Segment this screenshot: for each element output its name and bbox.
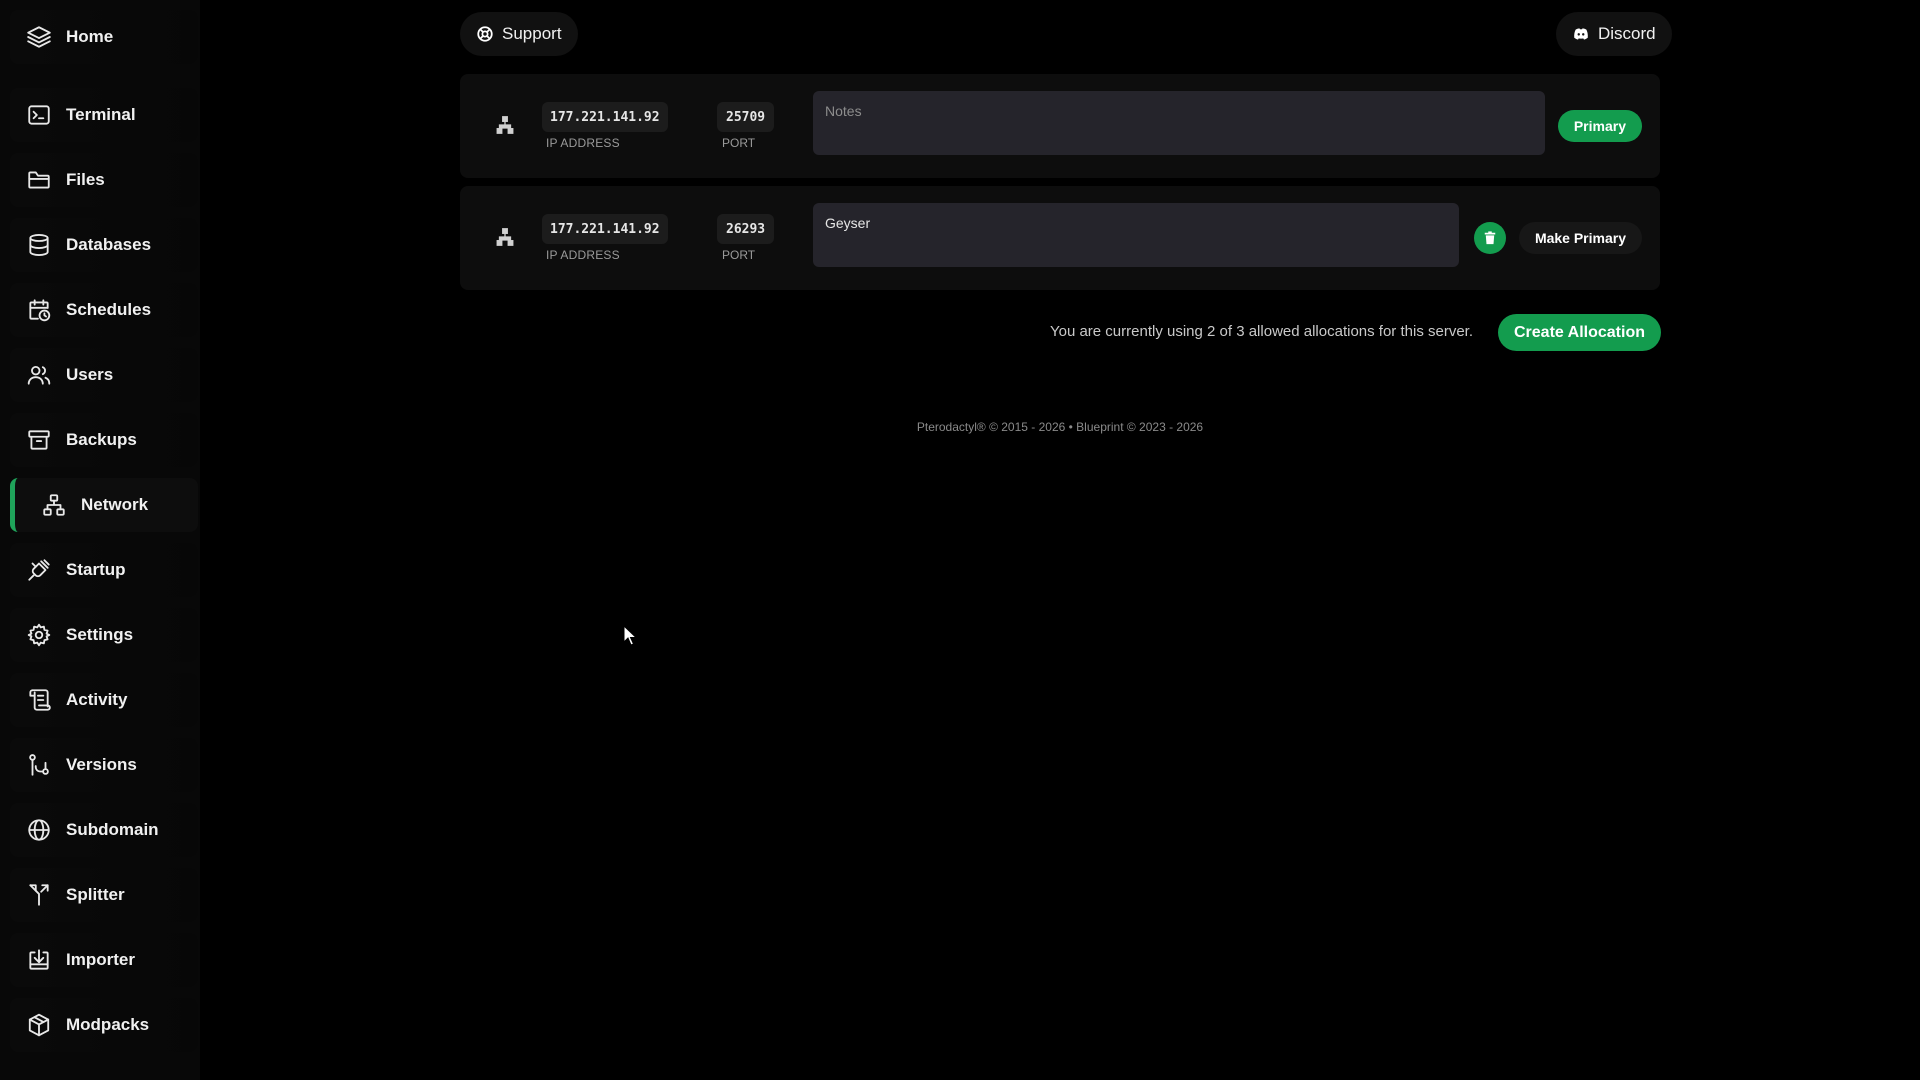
footer: Pterodactyl® © 2015 - 2026 • Blueprint ©… bbox=[916, 420, 1204, 434]
network-icon bbox=[43, 494, 65, 516]
sidebar-item-label: Home bbox=[66, 27, 114, 46]
sidebar-item-label: Files bbox=[66, 170, 105, 189]
delete-allocation-button[interactable] bbox=[1474, 222, 1506, 254]
package-icon bbox=[28, 1013, 50, 1037]
sidebar-item-label: Schedules bbox=[66, 300, 152, 319]
sidebar-item-settings[interactable]: Settings bbox=[10, 608, 198, 662]
sidebar-item-home[interactable]: Home bbox=[10, 10, 198, 64]
notes-input[interactable] bbox=[813, 91, 1545, 155]
sidebar-item-label: Settings bbox=[66, 625, 134, 644]
folder-icon bbox=[28, 171, 50, 189]
calendar-clock-icon bbox=[29, 299, 51, 322]
discord-button[interactable]: Discord bbox=[1556, 12, 1672, 56]
layers-icon bbox=[27, 26, 51, 48]
sidebar-item-versions[interactable]: Versions bbox=[10, 738, 198, 792]
support-label: Support bbox=[502, 24, 562, 43]
sidebar-item-schedules[interactable]: Schedules bbox=[10, 283, 198, 337]
sidebar-item-label: Activity bbox=[66, 690, 128, 709]
allocation-row: 177.221.141.92 IP ADDRESS 26293 PORT Gey… bbox=[460, 186, 1660, 290]
database-icon bbox=[29, 234, 49, 256]
sidebar-item-label: Users bbox=[66, 365, 114, 384]
ip-address-label: IP ADDRESS bbox=[546, 248, 620, 262]
support-button[interactable]: Support bbox=[460, 12, 578, 56]
port-label: PORT bbox=[722, 136, 756, 150]
sidebar-item-label: Importer bbox=[66, 950, 135, 969]
sidebar-item-databases[interactable]: Databases bbox=[10, 218, 198, 272]
import-icon bbox=[29, 949, 49, 970]
sidebar: Home Terminal Files Databases Schedules … bbox=[0, 0, 200, 1080]
port-value: 26293 bbox=[717, 214, 775, 244]
sidebar-item-label: Subdomain bbox=[66, 820, 159, 839]
plug-icon bbox=[28, 559, 50, 581]
trash-icon bbox=[1484, 231, 1496, 245]
ip-address-value: 177.221.141.92 bbox=[542, 102, 668, 132]
port-label: PORT bbox=[722, 248, 756, 262]
sidebar-item-label: Startup bbox=[66, 560, 126, 579]
sidebar-item-label: Network bbox=[81, 495, 149, 514]
sidebar-item-files[interactable]: Files bbox=[10, 153, 198, 207]
network-icon bbox=[496, 228, 514, 246]
sidebar-item-label: Splitter bbox=[66, 885, 125, 904]
sidebar-item-label: Backups bbox=[66, 430, 137, 449]
sidebar-item-terminal[interactable]: Terminal bbox=[10, 88, 198, 142]
ip-address-label: IP ADDRESS bbox=[546, 136, 620, 150]
gear-icon bbox=[27, 623, 51, 647]
sidebar-item-importer[interactable]: Importer bbox=[10, 933, 198, 987]
sidebar-item-label: Versions bbox=[66, 755, 137, 774]
allocation-row: 177.221.141.92 IP ADDRESS 25709 PORT Pri… bbox=[460, 74, 1660, 178]
primary-badge: Primary bbox=[1557, 110, 1642, 142]
create-allocation-button[interactable]: Create Allocation bbox=[1498, 314, 1661, 351]
git-branch-icon bbox=[29, 754, 49, 776]
mouse-cursor-icon bbox=[623, 625, 637, 646]
port-value: 25709 bbox=[717, 102, 775, 132]
sidebar-item-splitter[interactable]: Splitter bbox=[10, 868, 198, 922]
ip-address-value: 177.221.141.92 bbox=[542, 214, 668, 244]
globe-icon bbox=[28, 819, 50, 841]
network-icon bbox=[496, 116, 514, 134]
sidebar-item-subdomain[interactable]: Subdomain bbox=[10, 803, 198, 857]
discord-label: Discord bbox=[1598, 24, 1656, 43]
sidebar-item-label: Modpacks bbox=[66, 1015, 150, 1034]
sidebar-item-users[interactable]: Users bbox=[10, 348, 198, 402]
discord-icon bbox=[1574, 28, 1588, 40]
sidebar-item-label: Databases bbox=[66, 235, 152, 254]
make-primary-button[interactable]: Make Primary bbox=[1518, 222, 1642, 254]
allocation-usage-text: You are currently using 2 of 3 allowed a… bbox=[1049, 323, 1473, 340]
split-icon bbox=[29, 884, 49, 906]
sidebar-item-startup[interactable]: Startup bbox=[10, 543, 198, 597]
sidebar-item-activity[interactable]: Activity bbox=[10, 673, 198, 727]
sidebar-item-network[interactable]: Network bbox=[10, 478, 198, 532]
notes-input[interactable]: Geyser bbox=[813, 203, 1459, 267]
sidebar-item-label: Terminal bbox=[66, 105, 136, 124]
terminal-icon bbox=[28, 105, 50, 125]
lifebuoy-icon bbox=[477, 26, 493, 42]
users-icon bbox=[27, 365, 51, 385]
archive-icon bbox=[28, 430, 50, 450]
sidebar-item-backups[interactable]: Backups bbox=[10, 413, 198, 467]
scroll-icon bbox=[29, 689, 51, 711]
sidebar-item-modpacks[interactable]: Modpacks bbox=[10, 998, 198, 1052]
